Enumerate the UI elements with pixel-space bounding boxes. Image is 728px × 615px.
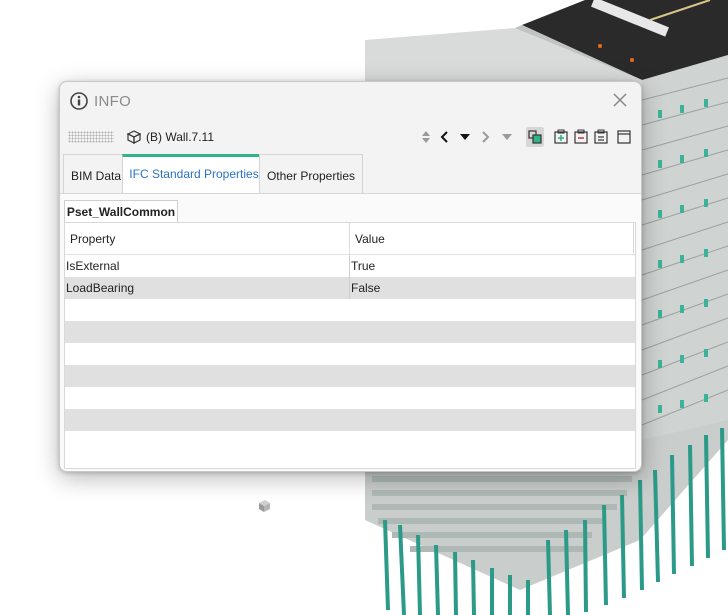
tab-other-properties[interactable]: Other Properties [259,154,363,193]
info-circle-icon [70,92,88,110]
grid-header: Property Value [65,223,635,255]
info-dialog: INFO (B) Wall.7.11 BIM Data IFC Standard… [59,81,642,472]
dialog-toolbar: (B) Wall.7.11 [60,122,641,152]
table-row[interactable]: LoadBearing False [65,277,635,299]
dropdown-disabled-icon[interactable] [500,128,516,146]
building-right-face [642,55,728,460]
empty-row [65,409,635,431]
drag-grip-handle[interactable] [68,131,114,143]
empty-row [65,387,635,409]
dialog-title: INFO [94,93,132,110]
column-header-value[interactable]: Value [355,232,385,246]
sort-up-down-icon[interactable] [420,128,436,146]
tab-content: Pset_WallCommon Property Value IsExterna… [60,193,641,471]
close-icon[interactable] [611,91,629,109]
isolate-icon[interactable] [526,127,544,147]
cell-separator [349,277,350,299]
empty-row [65,321,635,343]
delete-item-icon[interactable] [593,128,609,146]
property-grid: Property Value IsExternal True LoadBeari… [64,222,636,469]
column-separator[interactable] [349,223,350,254]
roof-light [598,44,602,48]
property-tabs: BIM Data IFC Standard Properties Other P… [60,154,641,195]
empty-row [65,431,635,453]
tab-ifc-standard-properties[interactable]: IFC Standard Properties [122,154,266,195]
property-value: False [351,281,381,295]
cell-separator [349,255,350,277]
roof-light [630,58,634,62]
selected-element-name: (B) Wall.7.11 [146,130,215,144]
tab-pset-wallcommon[interactable]: Pset_WallCommon [64,200,178,223]
table-row[interactable]: IsExternal True [65,255,635,277]
box-element-icon [126,130,142,144]
property-name: IsExternal [66,259,120,273]
empty-row [65,299,635,321]
empty-row [65,365,635,387]
prev-icon[interactable] [438,128,454,146]
property-name: LoadBearing [66,281,135,295]
remove-item-icon[interactable] [573,128,589,146]
dropdown-icon[interactable] [458,128,474,146]
navigation-cube-icon[interactable] [256,499,272,513]
window-icon[interactable] [616,128,632,146]
column-header-property[interactable]: Property [70,232,115,246]
tab-bim-data[interactable]: BIM Data [63,154,129,193]
empty-row [65,343,635,365]
dialog-titlebar[interactable]: INFO [60,82,641,120]
next-icon[interactable] [478,128,494,146]
add-item-icon[interactable] [553,128,569,146]
property-value: True [351,259,376,273]
column-separator[interactable] [633,223,634,254]
